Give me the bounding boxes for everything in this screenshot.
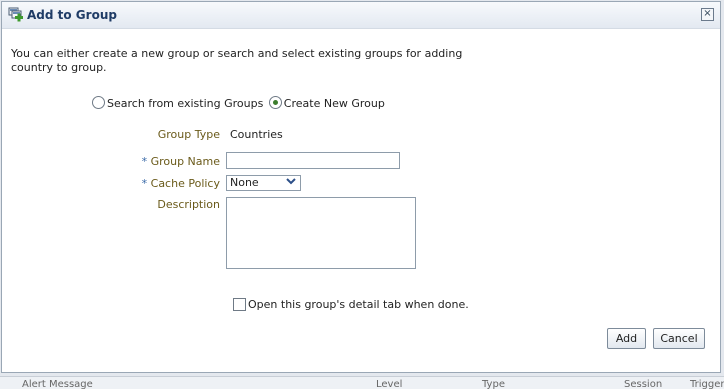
radio-search-existing-label[interactable]: Search from existing Groups bbox=[107, 97, 263, 110]
cancel-button[interactable]: Cancel bbox=[653, 328, 705, 349]
group-name-label: Group Name bbox=[150, 155, 220, 168]
group-type-value: Countries bbox=[230, 128, 283, 141]
intro-text: You can either create a new group or sea… bbox=[11, 47, 463, 74]
cache-policy-label: Cache Policy bbox=[150, 177, 220, 190]
group-type-label: Group Type bbox=[157, 128, 220, 141]
description-textarea[interactable] bbox=[226, 197, 416, 269]
radio-create-new[interactable] bbox=[268, 96, 282, 109]
dialog-titlebar[interactable]: Add to Group × bbox=[2, 2, 720, 29]
required-marker: * bbox=[141, 177, 148, 190]
close-icon[interactable]: × bbox=[701, 8, 714, 21]
cache-policy-select[interactable]: None bbox=[226, 175, 301, 191]
background-table-header: Alert Message Level Type Session Trigger bbox=[0, 376, 724, 389]
radio-search-existing[interactable] bbox=[92, 96, 105, 109]
cache-policy-value: None bbox=[230, 176, 259, 189]
description-label: Description bbox=[157, 198, 220, 211]
cache-policy-label-wrap: * Cache Policy bbox=[142, 177, 220, 190]
group-name-input[interactable] bbox=[226, 152, 400, 169]
dialog-title: Add to Group bbox=[27, 8, 117, 22]
group-mode-radio-group: Search from existing Groups Create New G… bbox=[92, 96, 387, 110]
open-detail-label[interactable]: Open this group's detail tab when done. bbox=[248, 298, 469, 311]
add-button[interactable]: Add bbox=[607, 328, 646, 349]
open-detail-checkbox[interactable] bbox=[233, 298, 246, 311]
add-group-icon bbox=[8, 7, 24, 23]
add-to-group-dialog: Add to Group × You can either create a n… bbox=[1, 1, 721, 373]
radio-create-new-label[interactable]: Create New Group bbox=[284, 97, 385, 110]
required-marker: * bbox=[141, 155, 148, 168]
chevron-down-icon bbox=[283, 177, 299, 189]
group-name-label-wrap: * Group Name bbox=[142, 155, 220, 168]
